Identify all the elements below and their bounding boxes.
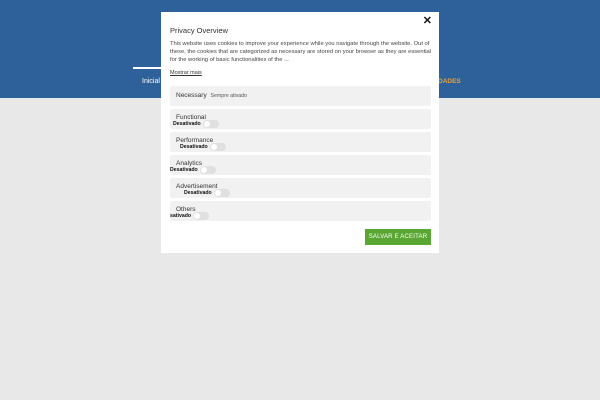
toggle-group: Desativado (170, 166, 216, 174)
category-label: Necessary Sempre ativado (176, 92, 247, 99)
performance-toggle[interactable] (209, 143, 226, 151)
nav-item-inicial[interactable]: Inicial (142, 78, 160, 85)
toggle-group: Desativado (180, 143, 226, 151)
close-icon[interactable]: ✕ (423, 15, 432, 27)
nav-item-partial[interactable]: DADES (438, 78, 461, 85)
functional-toggle[interactable] (202, 120, 219, 128)
category-necessary[interactable]: Necessary Sempre ativado (170, 86, 431, 106)
others-toggle[interactable] (193, 212, 210, 220)
show-more-link[interactable]: Mostrar mais (170, 70, 202, 76)
toggle-group: sativado (170, 212, 210, 220)
category-analytics[interactable]: Analytics Desativado (170, 155, 431, 175)
category-performance[interactable]: Performance Desativado (170, 132, 431, 152)
analytics-toggle[interactable] (199, 166, 216, 174)
modal-title: Privacy Overview (170, 26, 228, 35)
advertisement-toggle[interactable] (213, 189, 230, 197)
nav-active-indicator (133, 67, 161, 69)
toggle-group: Desativado (173, 120, 219, 128)
category-others[interactable]: Others sativado (170, 201, 431, 221)
toggle-status: Desativado (170, 167, 198, 173)
category-functional[interactable]: Functional Desativado (170, 109, 431, 129)
toggle-group: Desativado (184, 189, 230, 197)
toggle-status: Desativado (184, 190, 212, 196)
toggle-status: Desativado (173, 121, 201, 127)
modal-description: This website uses cookies to improve you… (170, 41, 432, 63)
toggle-status: sativado (170, 213, 192, 219)
category-advertisement[interactable]: Advertisement Desativado (170, 178, 431, 198)
category-name: Necessary (176, 92, 207, 99)
toggle-status: Desativado (180, 144, 208, 150)
save-accept-button[interactable]: SALVAR E ACEITAR (365, 229, 431, 245)
privacy-modal: ✕ Privacy Overview This website uses coo… (161, 12, 439, 253)
always-enabled-status: Sempre ativado (210, 93, 247, 99)
